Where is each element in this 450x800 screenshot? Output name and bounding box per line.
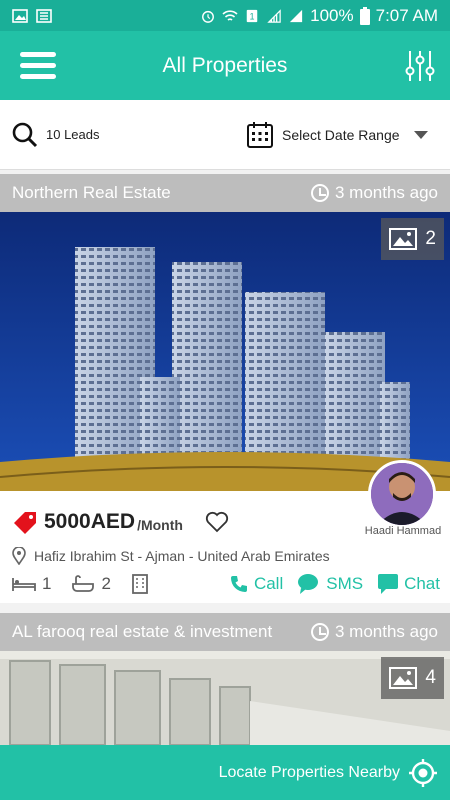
date-range-selector[interactable]: Select Date Range xyxy=(246,121,400,149)
listing-header: AL farooq real estate & investment 3 mon… xyxy=(0,613,450,651)
price: 5000AED xyxy=(44,510,136,533)
property-photo[interactable]: 4 xyxy=(0,651,450,745)
posted-time: 3 months ago xyxy=(334,183,438,202)
signal-icon xyxy=(267,8,281,23)
date-range-label: Select Date Range xyxy=(282,126,400,143)
wifi-icon xyxy=(222,9,238,21)
svg-text:1: 1 xyxy=(250,11,255,21)
crosshair-location-icon xyxy=(409,758,437,787)
gallery-notification-icon xyxy=(12,8,28,23)
property-photo[interactable]: 2 xyxy=(0,212,450,491)
chat-button[interactable]: Chat xyxy=(377,573,440,595)
photo-count: 4 xyxy=(425,667,436,688)
hamburger-menu-icon[interactable] xyxy=(8,31,68,100)
sms-label: SMS xyxy=(326,574,364,593)
bed-icon xyxy=(12,578,36,591)
agent-name: Haadi Hammad xyxy=(364,525,442,537)
building-icon xyxy=(132,574,148,594)
leads-search[interactable]: 10 Leads xyxy=(0,122,100,148)
image-icon xyxy=(389,228,418,250)
alarm-icon xyxy=(202,10,215,23)
price-period: /Month xyxy=(137,517,183,533)
dropdown-caret-icon[interactable] xyxy=(414,130,428,139)
chat-label: Chat xyxy=(404,574,440,593)
call-button[interactable]: Call xyxy=(229,573,283,595)
calendar-icon xyxy=(247,121,273,148)
leads-count: 10 Leads xyxy=(46,127,100,142)
phone-icon xyxy=(230,576,247,592)
search-filter-bar: 10 Leads Select Date Range xyxy=(0,100,450,170)
bathtub-icon xyxy=(72,575,95,592)
sim-icon: 1 xyxy=(246,9,258,22)
cell-signal-icon xyxy=(290,9,303,22)
agency-name: Northern Real Estate xyxy=(12,183,171,202)
agent-photo xyxy=(371,463,433,525)
bath-count: 2 xyxy=(101,574,111,593)
property-address: Hafiz Ibrahim St - Ajman - United Arab E… xyxy=(34,548,330,564)
sms-bubble-icon xyxy=(298,574,319,594)
battery-icon xyxy=(359,6,370,25)
price-tag-icon xyxy=(14,512,36,534)
call-label: Call xyxy=(253,574,284,593)
battery-percent: 100% xyxy=(310,5,354,25)
locate-nearby-button[interactable]: Locate Properties Nearby xyxy=(0,745,450,800)
status-bar: 1 100% 7:07 AM xyxy=(0,0,450,31)
photo-count: 2 xyxy=(425,228,436,249)
image-icon xyxy=(389,667,418,689)
photo-count-badge[interactable]: 4 xyxy=(381,657,444,699)
agent-avatar[interactable] xyxy=(368,460,436,528)
sms-button[interactable]: SMS xyxy=(297,573,363,595)
search-icon xyxy=(12,122,38,147)
clock-time: 7:07 AM xyxy=(375,5,438,25)
clock-icon xyxy=(310,623,329,641)
listing-header: Northern Real Estate 3 months ago xyxy=(0,174,450,212)
photo-count-badge[interactable]: 2 xyxy=(381,218,444,260)
agency-name: AL farooq real estate & investment xyxy=(12,622,273,641)
locate-nearby-label: Locate Properties Nearby xyxy=(218,763,400,781)
filter-sliders-icon[interactable] xyxy=(404,49,436,83)
chat-bubble-icon xyxy=(378,574,399,594)
list-notification-icon xyxy=(36,8,52,23)
favorite-heart-icon[interactable] xyxy=(205,511,229,533)
bed-count: 1 xyxy=(42,574,52,593)
app-bar: All Properties xyxy=(0,31,450,100)
clock-icon xyxy=(310,184,329,202)
posted-time: 3 months ago xyxy=(334,622,438,641)
location-pin-icon xyxy=(12,547,26,565)
